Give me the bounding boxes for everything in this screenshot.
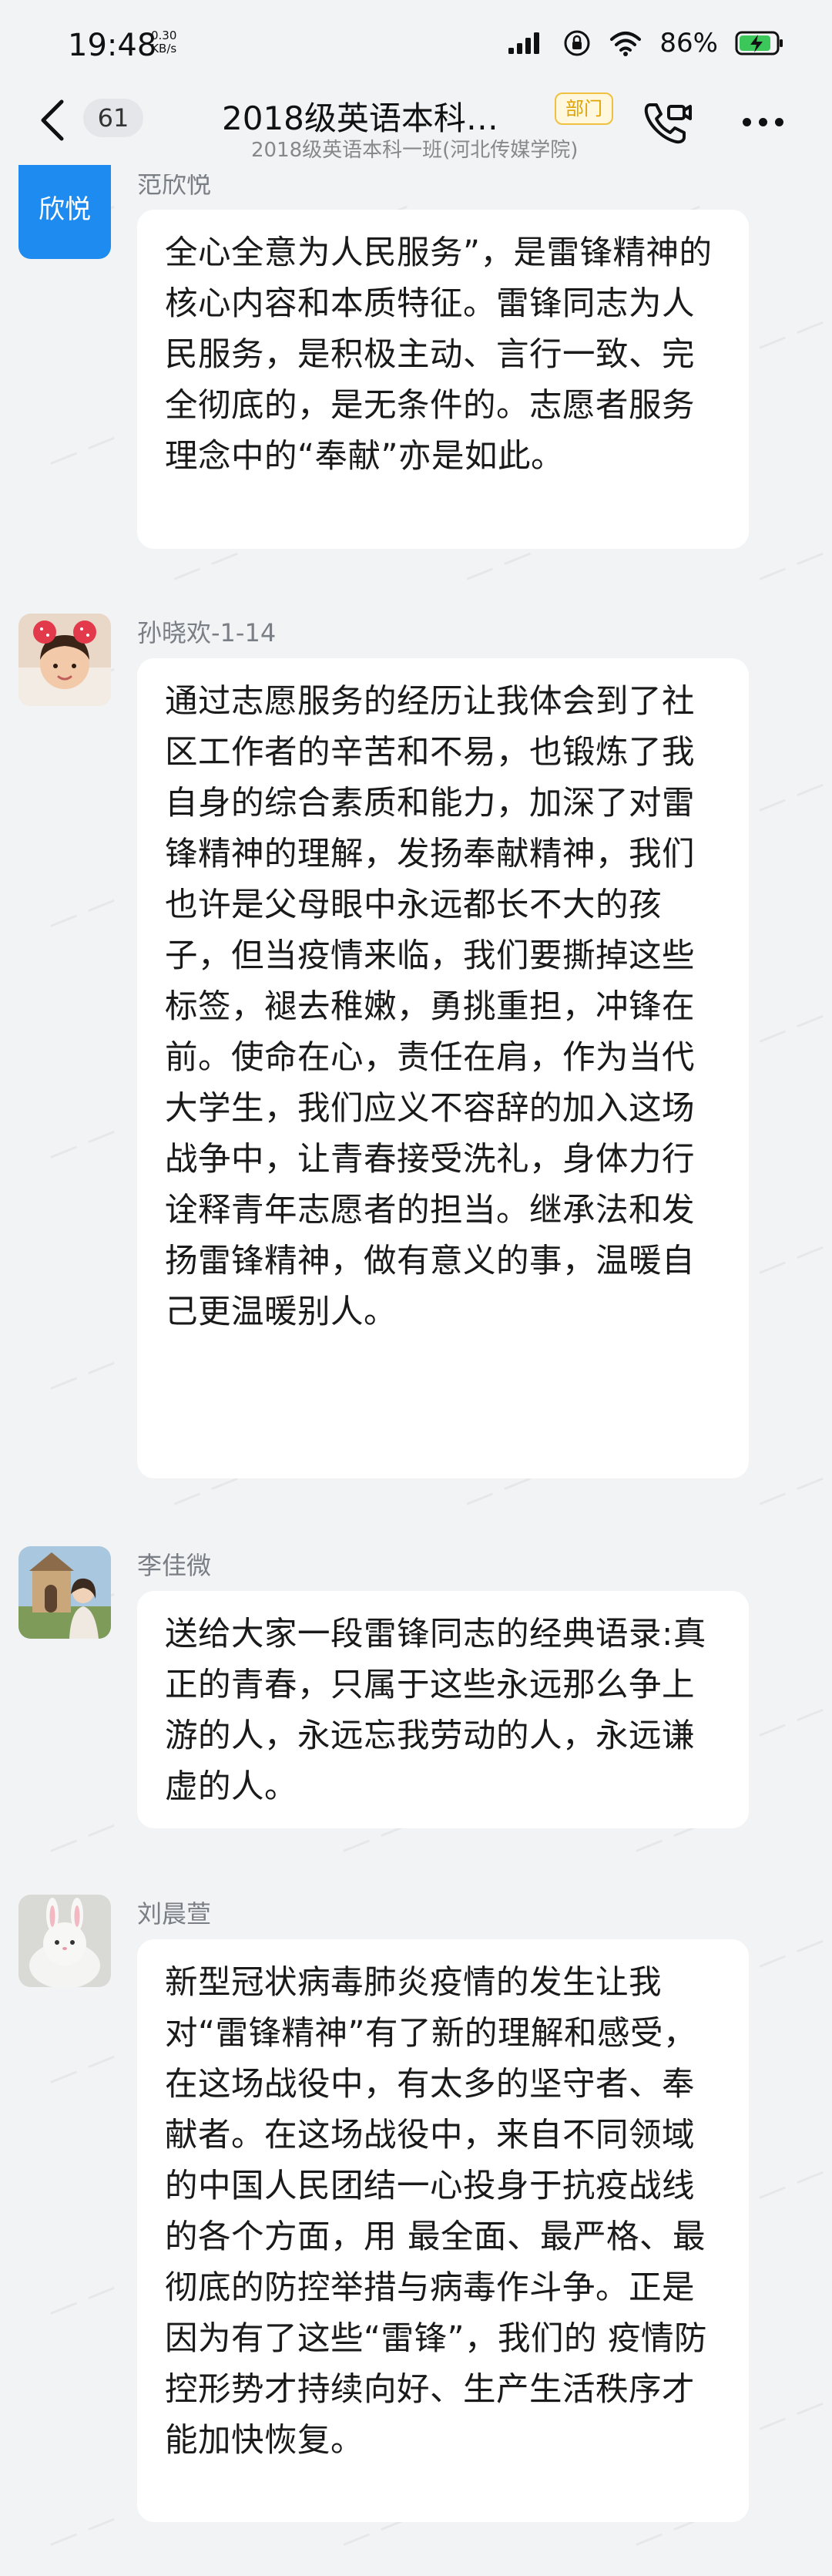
watermark-mark: — — — [750, 2385, 830, 2445]
watermark-mark: — — — [750, 997, 830, 1058]
network-speed: 0.30 KB/s — [151, 29, 176, 55]
group-subtitle: 2018级英语本科一班(河北传媒学院) — [251, 139, 579, 162]
status-icons: 86% — [507, 28, 784, 59]
watermark-mark: — — — [750, 766, 830, 826]
sender-name: 孙晓欢-1-14 — [137, 618, 277, 647]
watermark-mark: — — — [42, 2269, 122, 2329]
department-tag: 部门 — [555, 92, 613, 125]
wifi-icon — [610, 32, 642, 56]
avatar-girl-photo-icon — [18, 614, 111, 706]
battery-charging-icon — [735, 31, 783, 55]
status-bar: 19:48 0.30 KB/s 86% — [0, 0, 832, 92]
message-bubble[interactable]: 全心全意为人民服务”，是雷锋精神的核心内容和本质特征。雷锋同志为人民服务，是积极… — [137, 210, 749, 549]
avatar-church-photo-icon — [18, 1546, 111, 1639]
avatar[interactable] — [18, 1895, 111, 1987]
watermark-mark: — — — [750, 1922, 830, 1982]
watermark-mark: — — — [750, 2154, 830, 2214]
watermark-mark: — — — [42, 882, 122, 942]
group-call-button[interactable] — [639, 96, 695, 151]
rotation-lock-icon — [564, 30, 590, 56]
avatar[interactable] — [18, 1546, 111, 1639]
sender-name: 范欣悦 — [137, 170, 212, 199]
back-button[interactable] — [34, 97, 71, 143]
watermark-mark: — — — [750, 1460, 830, 1520]
battery-percent: 86% — [659, 28, 718, 59]
watermark-mark: — — — [750, 1691, 830, 1751]
message-bubble[interactable]: 通过志愿服务的经历让我体会到了社区工作者的辛苦和不易，也锻炼了我自身的综合素质和… — [137, 658, 749, 1478]
more-dot-icon — [758, 117, 767, 126]
more-options-button[interactable] — [732, 99, 793, 145]
chevron-left-icon — [41, 99, 64, 141]
sender-name: 李佳微 — [137, 1551, 212, 1580]
watermark-mark: — — — [750, 535, 830, 595]
more-dot-icon — [742, 117, 751, 126]
message-bubble[interactable]: 送给大家一段雷锋同志的经典语录:真正的青春，只属于这些永远那么争上游的人，永远忘… — [137, 1591, 749, 1828]
watermark-mark: — — — [750, 304, 830, 364]
status-time: 19:48 — [68, 28, 157, 63]
watermark-mark: — — — [42, 419, 122, 479]
signal-icon — [508, 32, 540, 54]
sender-name: 刘晨萱 — [137, 1899, 212, 1929]
watermark-mark: — — — [42, 2038, 122, 2098]
avatar[interactable]: 欣悦 — [18, 165, 111, 259]
more-dot-icon — [774, 117, 783, 126]
watermark-mark: — — — [750, 1229, 830, 1289]
chat-header: 61 2018级英语本科… 部门 2018级英语本科一班(河北传媒学院) — [0, 83, 832, 165]
watermark-mark: — — — [42, 1113, 122, 1173]
unread-count-badge[interactable]: 61 — [83, 99, 143, 137]
watermark-mark: — — — [42, 1344, 122, 1404]
phone-video-icon — [644, 103, 692, 144]
message-bubble[interactable]: 新型冠状病毒肺炎疫情的发生让我对“雷锋精神”有了新的理解和感受，在这场战役中，有… — [137, 1939, 749, 2522]
watermark-mark: — — — [42, 1807, 122, 1867]
avatar-bunny-photo-icon — [18, 1895, 111, 1987]
network-speed-value: 0.30 — [151, 29, 177, 42]
network-speed-unit: KB/s — [151, 42, 177, 55]
avatar-initials: 欣悦 — [39, 193, 91, 225]
watermark-mark: — — — [42, 2500, 122, 2561]
avatar[interactable] — [18, 614, 111, 706]
group-title[interactable]: 2018级英语本科… — [222, 92, 545, 140]
